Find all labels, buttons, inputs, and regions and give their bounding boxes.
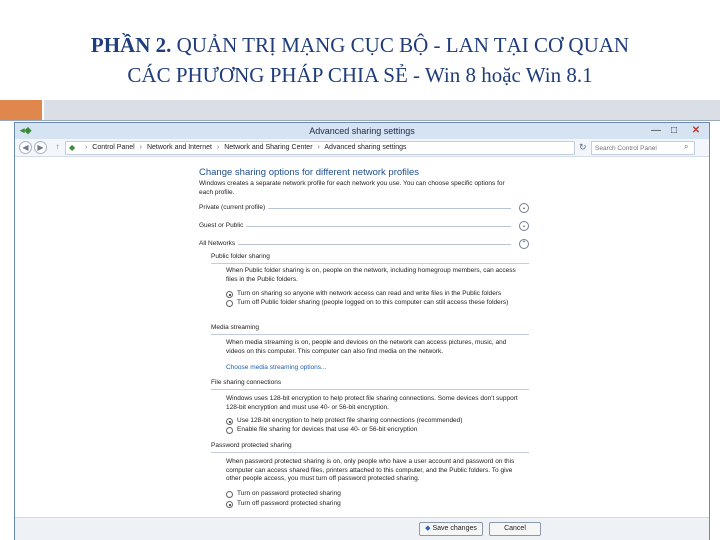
forward-arrow-icon[interactable]: ▶	[34, 141, 47, 154]
profile-all-networks[interactable]: All Networks ⌃	[199, 239, 529, 250]
cancel-button[interactable]: Cancel	[489, 522, 541, 536]
window-titlebar[interactable]: ◂◆ Advanced sharing settings — □ ✕	[15, 123, 709, 139]
section-divider	[211, 334, 529, 335]
refresh-icon[interactable]: ↻	[579, 142, 587, 153]
profile-divider	[199, 244, 511, 245]
minimize-button[interactable]: —	[649, 124, 663, 137]
intro-text: Windows creates a separate network profi…	[199, 180, 505, 196]
radio-button-selected[interactable]	[226, 291, 233, 298]
accent-bar-orange	[0, 100, 42, 120]
breadcrumb-chevron-icon: ›	[139, 144, 143, 151]
public-folder-desc: When Public folder sharing is on, people…	[226, 267, 516, 283]
profile-private[interactable]: Private (current profile) ⌄	[199, 203, 529, 214]
slide-title-part-text: QUẢN TRỊ MẠNG CỤC BỘ - LAN TẠI CƠ QUAN	[171, 33, 630, 57]
file-sharing-desc: Windows uses 128-bit encryption to help …	[226, 395, 518, 411]
radio-button[interactable]	[226, 491, 233, 498]
file-sharing-heading: File sharing connections	[211, 379, 282, 386]
dialog-footer: ◆ Save changes Cancel	[15, 517, 709, 540]
save-changes-button[interactable]: ◆ Save changes	[419, 522, 483, 536]
breadcrumb-network-sharing-center[interactable]: Network and Sharing Center	[224, 144, 312, 151]
breadcrumb-chevron-icon: ›	[317, 144, 320, 151]
slide-title-line1: PHẦN 2. QUẢN TRỊ MẠNG CỤC BỘ - LAN TẠI C…	[0, 30, 720, 60]
password-sharing-desc: When password protected sharing is on, o…	[226, 458, 515, 482]
section-divider	[211, 263, 529, 264]
radio-button[interactable]	[226, 427, 233, 434]
control-panel-icon: ◆	[69, 143, 76, 152]
profile-guest-public[interactable]: Guest or Public ⌄	[199, 221, 529, 232]
encryption-128-label: Use 128-bit encryption to help protect f…	[237, 417, 463, 424]
encryption-40-option[interactable]: Enable file sharing for devices that use…	[226, 426, 529, 436]
up-arrow-icon[interactable]: ↑	[51, 141, 64, 154]
uac-shield-icon: ◆	[425, 525, 431, 532]
breadcrumb[interactable]: ◆ › Control Panel › Network and Internet…	[65, 141, 575, 155]
close-button[interactable]: ✕	[687, 124, 705, 137]
chevron-down-icon[interactable]: ⌄	[519, 203, 529, 213]
accent-line	[0, 120, 720, 121]
page-title: Change sharing options for different net…	[199, 167, 420, 178]
maximize-button[interactable]: □	[667, 124, 681, 137]
breadcrumb-control-panel[interactable]: Control Panel	[92, 144, 134, 151]
slide-title-part-label: PHẦN 2.	[90, 33, 172, 57]
password-off-option[interactable]: Turn off password protected sharing	[226, 500, 529, 510]
public-folder-on-label: Turn on sharing so anyone with network a…	[237, 290, 502, 297]
public-folder-off-option[interactable]: Turn off Public folder sharing (people l…	[226, 299, 529, 309]
breadcrumb-network-internet[interactable]: Network and Internet	[147, 144, 212, 151]
profile-private-label: Private (current profile)	[199, 204, 269, 211]
password-off-label: Turn off password protected sharing	[237, 500, 341, 507]
search-icon[interactable]: ⌕	[684, 142, 688, 152]
accent-bar-gray	[42, 100, 720, 120]
public-folder-heading: Public folder sharing	[211, 253, 270, 260]
slide-title-line2: CÁC PHƯƠNG PHÁP CHIA SẺ - Win 8 hoặc Win…	[127, 63, 593, 87]
radio-button-selected[interactable]	[226, 418, 233, 425]
chevron-down-icon[interactable]: ⌄	[519, 221, 529, 231]
address-bar: ◀ ▶ ↑ ◆ › Control Panel › Network and In…	[15, 139, 709, 157]
save-changes-label: Save changes	[432, 525, 477, 532]
media-streaming-options-link[interactable]: Choose media streaming options...	[226, 364, 326, 371]
profile-guest-label: Guest or Public	[199, 222, 247, 229]
password-on-option[interactable]: Turn on password protected sharing	[226, 490, 529, 500]
profile-all-label: All Networks	[199, 240, 239, 247]
password-sharing-heading: Password protected sharing	[211, 442, 292, 449]
section-divider	[211, 452, 529, 453]
breadcrumb-chevron-icon: ›	[216, 144, 220, 151]
breadcrumb-advanced-sharing[interactable]: Advanced sharing settings	[324, 144, 406, 151]
window-title: Advanced sharing settings	[309, 126, 415, 136]
section-divider	[211, 389, 529, 390]
public-folder-off-label: Turn off Public folder sharing (people l…	[237, 299, 509, 306]
radio-button[interactable]	[226, 300, 233, 307]
breadcrumb-chevron-icon: ›	[85, 144, 88, 151]
password-on-label: Turn on password protected sharing	[237, 490, 341, 497]
media-streaming-desc: When media streaming is on, people and d…	[226, 339, 507, 355]
back-arrow-icon[interactable]: ◀	[19, 141, 32, 154]
advanced-sharing-window: ◂◆ Advanced sharing settings — □ ✕ ◀ ▶ ↑…	[14, 122, 710, 540]
media-streaming-heading: Media streaming	[211, 324, 260, 331]
encryption-40-label: Enable file sharing for devices that use…	[237, 426, 418, 433]
radio-button-selected[interactable]	[226, 501, 233, 508]
chevron-up-icon[interactable]: ⌃	[519, 239, 529, 249]
search-input[interactable]	[591, 141, 695, 155]
slide-title: PHẦN 2. QUẢN TRỊ MẠNG CỤC BỘ - LAN TẠI C…	[0, 30, 720, 90]
